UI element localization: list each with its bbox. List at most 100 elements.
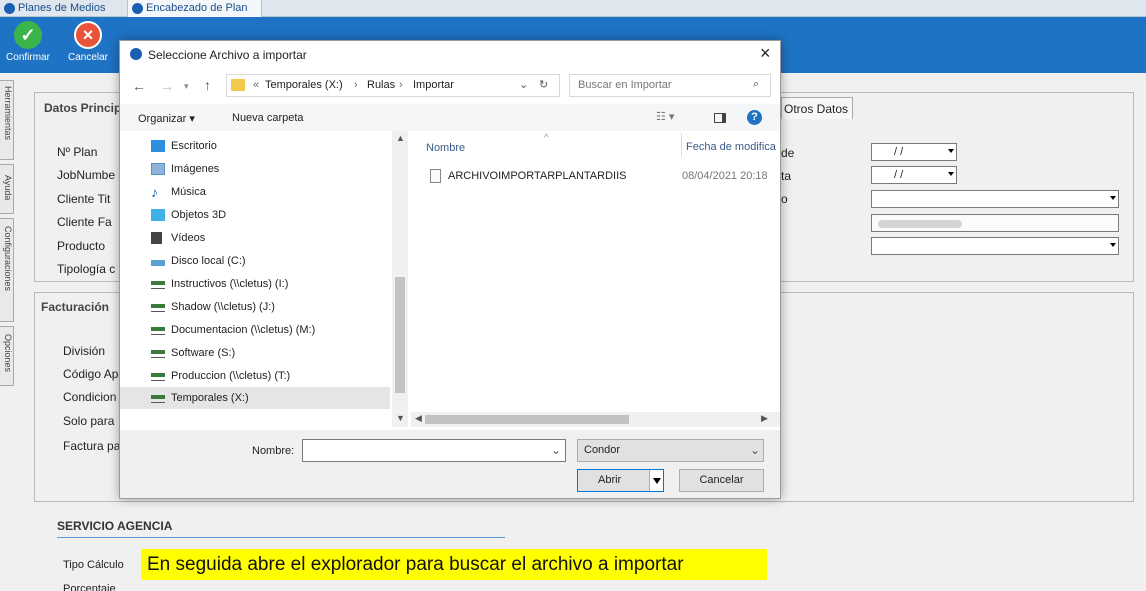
app-logo-icon — [132, 3, 143, 14]
check-icon: ✓ — [14, 21, 42, 49]
open-button[interactable]: Abrir — [577, 469, 664, 492]
label-right-3: o — [781, 192, 788, 206]
scrollbar-thumb[interactable] — [425, 415, 629, 424]
tree-item-imagenes[interactable]: Imágenes — [149, 158, 389, 180]
scroll-down-icon[interactable]: ▼ — [396, 413, 405, 423]
dialog-title: Seleccione Archivo a importar — [148, 48, 307, 62]
tree-item-escritorio[interactable]: Escritorio — [149, 135, 389, 157]
column-header-date[interactable]: Fecha de modifica — [686, 141, 780, 153]
tree-item-software[interactable]: Software (S:) — [149, 342, 389, 364]
cancel-dialog-button[interactable]: Cancelar — [679, 469, 764, 492]
chevron-down-icon[interactable]: ⌄ — [519, 78, 528, 91]
side-tab-opciones[interactable]: Opciones — [0, 326, 14, 386]
3d-objects-icon — [151, 209, 165, 221]
videos-icon — [151, 232, 162, 244]
close-button[interactable]: × — [760, 43, 771, 64]
redacted-value — [878, 220, 962, 228]
help-icon[interactable]: ? — [747, 110, 762, 125]
pictures-icon — [151, 163, 165, 175]
side-tab-herramientas[interactable]: Herramientas — [0, 80, 14, 160]
column-header-name[interactable]: Nombre — [426, 142, 465, 154]
scroll-left-icon[interactable]: ◀ — [415, 413, 422, 424]
organize-menu[interactable]: Organizar ▾ — [138, 112, 195, 125]
chevron-down-icon: ⌄ — [750, 443, 761, 457]
search-input[interactable]: Buscar en Importar ⌕ — [569, 74, 771, 97]
label-tipologia: Tipología c — [57, 262, 116, 276]
label-tipo-calculo: Tipo Cálculo — [63, 559, 124, 571]
tree-item-produccion[interactable]: Produccion (\\cletus) (T:) — [149, 365, 389, 387]
annotation-callout: En seguida abre el explorador para busca… — [141, 549, 767, 580]
chevron-down-icon[interactable]: ⌄ — [551, 443, 561, 457]
tree-item-shadow[interactable]: Shadow (\\cletus) (J:) — [149, 296, 389, 318]
file-row[interactable]: ARCHIVOIMPORTARPLANTARDIIS 08/04/2021 20… — [426, 166, 780, 188]
tree-item-videos[interactable]: Vídeos — [149, 227, 389, 249]
date-to-picker[interactable]: / / — [871, 166, 957, 184]
document-tab-bar: Planes de Medios Encabezado de Plan — [0, 0, 1146, 17]
navigation-tree: Escritorio Imágenes ♪ Música Objetos 3D V… — [120, 131, 408, 427]
label-producto: Producto — [57, 239, 106, 253]
select-right-2[interactable] — [871, 237, 1119, 255]
scroll-up-icon[interactable]: ▲ — [396, 133, 405, 143]
tree-item-documentacion[interactable]: Documentacion (\\cletus) (M:) — [149, 319, 389, 341]
tree-item-objetos-3d[interactable]: Objetos 3D — [149, 204, 389, 226]
filelist-hscrollbar[interactable]: ◀ ▶ — [411, 412, 780, 427]
up-arrow-icon[interactable]: ↑ — [204, 77, 211, 93]
desktop-icon — [151, 140, 165, 152]
file-icon — [430, 169, 441, 183]
scroll-right-icon[interactable]: ▶ — [761, 413, 768, 424]
recent-dropdown-icon[interactable]: ▾ — [184, 81, 189, 92]
network-drive-icon — [151, 304, 165, 312]
tab-datos-principales[interactable]: Datos Princip — [44, 101, 121, 115]
side-tab-configuraciones[interactable]: Configuraciones — [0, 218, 14, 322]
preview-pane-icon[interactable] — [714, 113, 726, 123]
label-codigo-ap: Código Ap — [63, 367, 119, 381]
network-drive-icon — [151, 395, 165, 403]
network-drive-icon — [151, 350, 165, 358]
breadcrumb-importar[interactable]: Importar — [413, 79, 454, 91]
view-options-icon[interactable]: ☷ ▾ — [656, 110, 674, 123]
app-logo-icon — [4, 3, 15, 14]
label-fecha-desde: de — [781, 146, 795, 160]
tree-item-disco-local[interactable]: Disco local (C:) — [149, 250, 389, 272]
side-tab-ayuda[interactable]: Ayuda — [0, 164, 14, 214]
readonly-field-blurred — [871, 214, 1119, 232]
tree-item-temporales[interactable]: Temporales (X:) — [120, 387, 390, 409]
drive-icon — [151, 260, 165, 266]
forward-arrow-icon[interactable]: → — [160, 78, 174, 94]
refresh-icon[interactable]: ↻ — [539, 78, 548, 91]
select-right-1[interactable] — [871, 190, 1119, 208]
label-fecha-hasta: ta — [781, 169, 792, 183]
confirm-button[interactable]: ✓ Confirmar — [6, 21, 50, 63]
network-drive-icon — [151, 281, 165, 289]
tree-scrollbar[interactable]: ▲ ▼ — [392, 131, 408, 427]
breadcrumb-rulas[interactable]: Rulas — [367, 79, 395, 91]
network-drive-icon — [151, 327, 165, 335]
label-nro-plan: Nº Plan — [57, 145, 98, 159]
address-bar[interactable]: « Temporales (X:) › Rulas › Importar ⌄ ↻ — [226, 74, 560, 97]
scrollbar-thumb[interactable] — [395, 277, 405, 393]
label-jobnumber: JobNumbe — [57, 168, 116, 182]
label-factura-para: Factura pa — [63, 439, 121, 453]
breadcrumb-temporales[interactable]: Temporales (X:) — [265, 79, 343, 91]
filename-input[interactable]: ⌄ — [302, 439, 566, 462]
label-solo-para: Solo para — [63, 414, 115, 428]
tree-item-instructivos[interactable]: Instructivos (\\cletus) (I:) — [149, 273, 389, 295]
label-porcentaje: Porcentaje — [63, 583, 116, 591]
column-divider[interactable] — [681, 133, 682, 157]
file-type-select[interactable]: Condor ⌄ — [577, 439, 764, 462]
open-split-dropdown[interactable] — [649, 470, 663, 491]
chevron-down-icon — [653, 478, 661, 484]
tab-encabezado-de-plan[interactable]: Encabezado de Plan — [128, 0, 262, 17]
servicio-agencia-title: SERVICIO AGENCIA — [57, 519, 173, 533]
tab-otros-datos[interactable]: Otros Datos — [781, 97, 853, 119]
label-cliente-titular: Cliente Tit — [57, 192, 111, 206]
tree-item-musica[interactable]: ♪ Música — [149, 181, 389, 203]
close-icon: × — [74, 21, 102, 49]
tab-planes-de-medios[interactable]: Planes de Medios — [0, 0, 128, 17]
network-drive-icon — [151, 373, 165, 381]
back-arrow-icon[interactable]: ← — [132, 78, 146, 94]
new-folder-button[interactable]: Nueva carpeta — [232, 112, 304, 124]
cancel-button[interactable]: × Cancelar — [64, 21, 112, 63]
date-from-picker[interactable]: / / — [871, 143, 957, 161]
app-logo-icon — [130, 48, 142, 60]
